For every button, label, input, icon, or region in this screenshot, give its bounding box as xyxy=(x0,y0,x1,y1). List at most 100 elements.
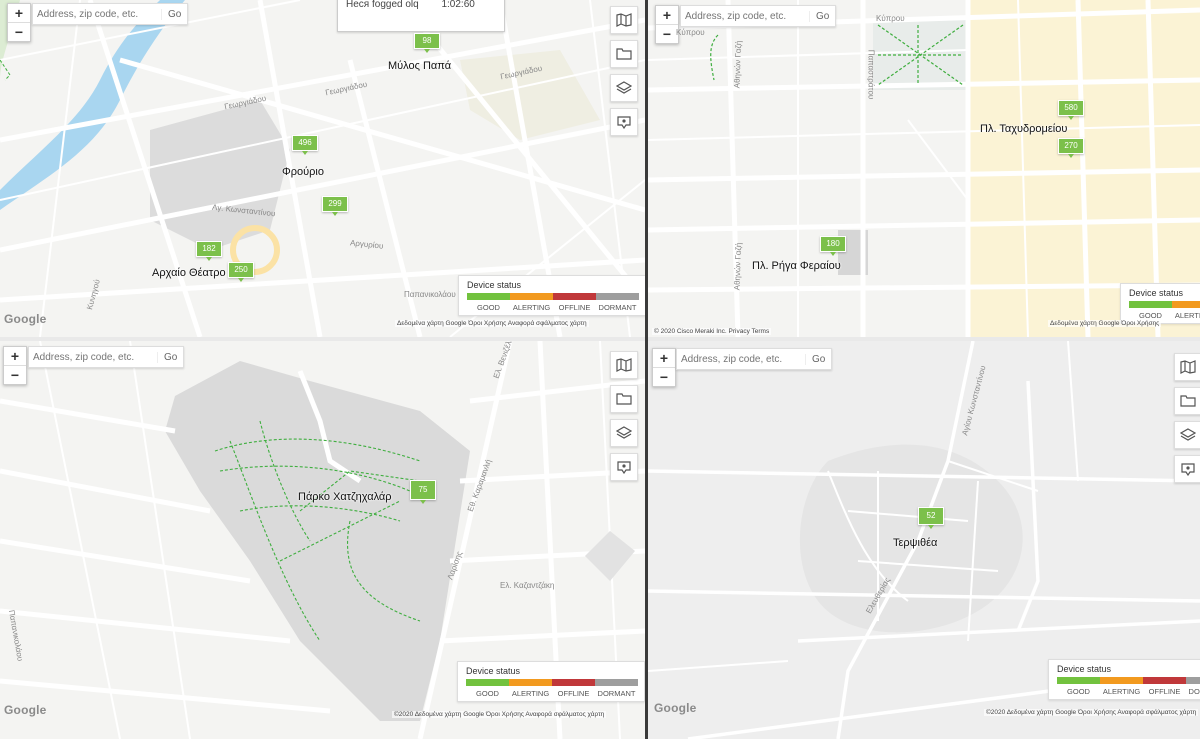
legend-color-bar xyxy=(1129,301,1200,308)
search-go-button[interactable]: Go xyxy=(805,353,831,365)
legend-swatch-dormant xyxy=(596,293,639,300)
device-marker[interactable]: 98 xyxy=(414,33,440,53)
search-go-button[interactable]: Go xyxy=(809,10,835,22)
legend-swatch-offline xyxy=(1143,677,1186,684)
street-label: Κύπρου xyxy=(876,14,905,23)
address-search-box: Go xyxy=(32,3,189,25)
address-search-box: Go xyxy=(676,348,833,370)
device-status-legend: Device status GOOD ALERTING OFFLINE DORM… xyxy=(458,275,645,316)
folder-icon[interactable] xyxy=(610,40,638,68)
map-attribution-cisco[interactable]: © 2020 Cisco Meraki Inc. Privacy Terms xyxy=(652,328,772,335)
map-icon[interactable] xyxy=(610,6,638,34)
place-label: Φρούριο xyxy=(282,166,324,178)
device-status-legend: Device status GOOD ALERTING OFFLINE DORM… xyxy=(457,661,645,702)
legend-title: Device status xyxy=(1057,664,1112,674)
legend-swatch-alerting xyxy=(510,293,553,300)
zoom-in-button[interactable]: + xyxy=(4,347,26,365)
address-search-input[interactable] xyxy=(677,353,805,365)
map-toolbar xyxy=(610,6,638,142)
map-canvas[interactable] xyxy=(648,0,1200,337)
device-marker[interactable]: 182 xyxy=(196,241,222,261)
legend-title: Device status xyxy=(466,666,521,676)
legend-swatch-dormant xyxy=(1186,677,1200,684)
device-marker[interactable]: 299 xyxy=(322,196,348,216)
device-marker[interactable]: 580 xyxy=(1058,100,1084,120)
zoom-in-button[interactable]: + xyxy=(8,4,30,22)
device-marker[interactable]: 496 xyxy=(292,135,318,155)
legend-label: ALERTING xyxy=(1102,687,1141,696)
zoom-out-button[interactable]: − xyxy=(656,24,678,43)
address-search-input[interactable] xyxy=(33,8,161,20)
map-attribution[interactable]: ©2020 Δεδομένα χάρτη Google Όροι Χρήσης … xyxy=(984,709,1199,716)
folder-icon[interactable] xyxy=(610,385,638,413)
legend-label: ALERTING xyxy=(511,689,550,698)
map-attribution[interactable]: ©2020 Δεδομένα χάρτη Google Όροι Χρήσης … xyxy=(392,711,607,718)
last-seen-label: Неся fogged olq xyxy=(346,0,419,10)
layers-icon[interactable] xyxy=(610,419,638,447)
address-search-box: Go xyxy=(28,346,185,368)
device-marker[interactable]: 250 xyxy=(228,262,254,282)
legend-label: GOOD xyxy=(477,303,500,312)
address-search-input[interactable] xyxy=(681,10,809,22)
map-panel-bottom-right[interactable]: + − Go 52 Τερψιθέα Αγίου Κωνσταντίνου Ελ… xyxy=(648,341,1200,739)
legend-swatch-good xyxy=(467,293,510,300)
place-label: Μύλος Παπά xyxy=(388,60,452,72)
place-label: Πλ. Ρήγα Φεραίου xyxy=(752,260,841,272)
street-label: Αθηνών Γαζή xyxy=(732,242,744,291)
place-label: Αρχαίο Θέατρο xyxy=(152,267,226,279)
zoom-out-button[interactable]: − xyxy=(653,367,675,386)
search-go-button[interactable]: Go xyxy=(157,351,183,363)
zoom-out-button[interactable]: − xyxy=(4,365,26,384)
monitor-pin-icon[interactable] xyxy=(610,453,638,481)
map-panel-top-right[interactable]: + − Go 580 270 180 Πλ. Ταχυδρομείου Πλ. … xyxy=(648,0,1200,337)
legend-color-bar xyxy=(1057,677,1200,684)
zoom-out-button[interactable]: − xyxy=(8,22,30,41)
map-attribution[interactable]: Δεδομένα χάρτη Google Όροι Χρήσης xyxy=(1048,320,1162,327)
map-icon[interactable] xyxy=(610,351,638,379)
panel-divider-horizontal xyxy=(0,337,1200,341)
address-search-input[interactable] xyxy=(29,351,157,363)
device-marker[interactable]: 52 xyxy=(918,507,944,529)
map-toolbar xyxy=(610,351,638,487)
legend-label: GOOD xyxy=(476,689,499,698)
layers-icon[interactable] xyxy=(1174,421,1200,449)
device-marker[interactable]: 270 xyxy=(1058,138,1084,158)
panel-divider-vertical xyxy=(645,0,648,739)
legend-label: DORMANT xyxy=(1188,687,1200,696)
legend-swatch-good xyxy=(1129,301,1172,308)
map-icon[interactable] xyxy=(1174,353,1200,381)
legend-title: Device status xyxy=(1129,288,1184,298)
map-attribution[interactable]: Δεδομένα χάρτη Google Όροι Χρήσης Αναφορ… xyxy=(395,320,589,327)
legend-label: GOOD xyxy=(1139,311,1162,320)
last-seen-box: Неся fogged olq 1:02:60 xyxy=(337,0,505,32)
legend-label: OFFLINE xyxy=(558,303,591,312)
device-marker[interactable]: 180 xyxy=(820,236,846,256)
legend-swatch-offline xyxy=(553,293,596,300)
place-label: Τερψιθέα xyxy=(893,537,938,549)
address-search-box: Go xyxy=(680,5,837,27)
monitor-pin-icon[interactable] xyxy=(610,108,638,136)
device-status-legend: Device status GOOD ALERTING OFFLINE DORM… xyxy=(1048,659,1200,700)
search-go-button[interactable]: Go xyxy=(161,8,187,20)
legend-swatch-alerting xyxy=(1100,677,1143,684)
zoom-control: + − xyxy=(3,346,27,385)
folder-icon[interactable] xyxy=(1174,387,1200,415)
google-logo: Google xyxy=(654,701,697,715)
zoom-in-button[interactable]: + xyxy=(653,349,675,367)
legend-swatch-dormant xyxy=(595,679,638,686)
legend-swatch-good xyxy=(1057,677,1100,684)
map-panel-bottom-left[interactable]: + − Go 75 Πάρκο Χατζηχαλάρ Ελ. Βενιζέλου… xyxy=(0,341,645,739)
legend-label: OFFLINE xyxy=(557,689,590,698)
place-label: Πλ. Ταχυδρομείου xyxy=(980,123,1068,135)
zoom-control: + − xyxy=(7,3,31,42)
zoom-in-button[interactable]: + xyxy=(656,6,678,24)
layers-icon[interactable] xyxy=(610,74,638,102)
legend-label: ALERTING xyxy=(512,303,551,312)
google-logo: Google xyxy=(4,312,47,326)
legend-color-bar xyxy=(467,293,639,300)
legend-swatch-offline xyxy=(552,679,595,686)
legend-color-bar xyxy=(466,679,638,686)
monitor-pin-icon[interactable] xyxy=(1174,455,1200,483)
map-panel-top-left[interactable]: Неся fogged olq 1:02:60 + − Go 98 496 29… xyxy=(0,0,645,337)
device-marker[interactable]: 75 xyxy=(410,480,436,504)
